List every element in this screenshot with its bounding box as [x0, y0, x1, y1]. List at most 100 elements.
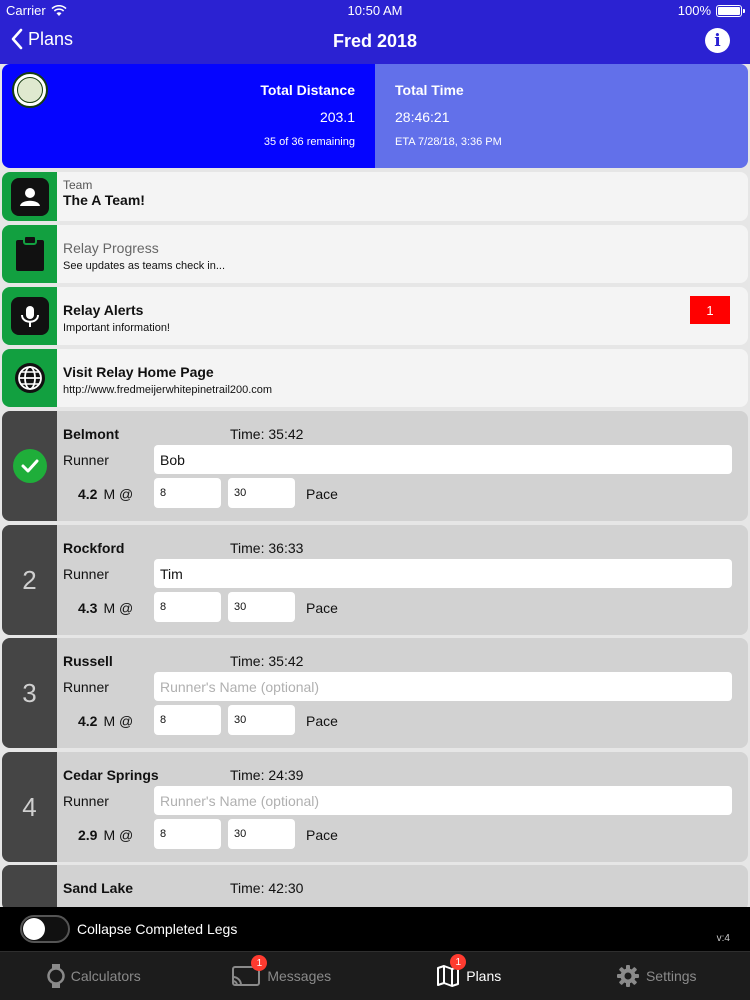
battery-icon: [716, 4, 745, 17]
team-label: Team: [63, 178, 93, 192]
leg-card: 4 Cedar Springs Time: 24:39 Runner 2.9 M …: [2, 752, 748, 862]
status-time: 10:50 AM: [347, 3, 403, 18]
map-icon: 1: [436, 954, 467, 988]
relay-progress-title: Relay Progress: [63, 240, 159, 256]
leg-card: 2 Rockford Time: 36:33 Runner 4.3 M @ Pac…: [2, 525, 748, 635]
total-distance-value: 203.1: [319, 109, 355, 125]
relay-alerts-row[interactable]: Relay Alerts Important information! 1: [2, 287, 748, 345]
pace-label: Pace: [306, 600, 338, 616]
tab-calculators[interactable]: Calculators: [0, 952, 188, 1000]
battery-percent: 100%: [677, 3, 711, 18]
pace-minutes-input[interactable]: [154, 819, 221, 849]
tab-messages[interactable]: 1 Messages: [188, 952, 376, 1000]
cast-icon: 1: [231, 955, 268, 987]
tab-label: Settings: [645, 968, 697, 984]
alert-count-badge: 1: [690, 296, 730, 324]
page-title: Fred 2018: [332, 31, 418, 51]
eta: ETA 7/28/18, 3:36 PM: [395, 136, 502, 148]
checkmark-icon: [12, 449, 47, 483]
leg-name: Sand Lake: [63, 880, 134, 896]
relay-progress-row[interactable]: Relay Progress See updates as teams chec…: [2, 225, 748, 283]
tab-label: Messages: [267, 968, 332, 984]
leg-time: Time: 35:42: [230, 426, 304, 442]
globe-icon: [14, 363, 45, 393]
leg-distance: 4.2: [78, 486, 98, 502]
runner-label: Runner: [63, 679, 109, 695]
relay-home-row[interactable]: Visit Relay Home Page http://www.fredmei…: [2, 349, 748, 407]
distance-unit: M @: [103, 600, 134, 616]
tab-bar: Calculators 1 Messages 1 Plans Settings: [0, 951, 750, 1000]
summary-card: Total Distance 203.1 35 of 36 remaining …: [2, 64, 748, 168]
leg-name: Rockford: [63, 540, 125, 556]
info-icon: i: [714, 30, 721, 51]
leg-card: Belmont Time: 35:42 Runner 4.2 M @ Pace: [2, 411, 748, 521]
messages-badge: 1: [251, 955, 268, 971]
distance-unit: M @: [103, 827, 134, 843]
version-label: v:4: [716, 933, 730, 944]
pace-seconds-input[interactable]: [228, 478, 295, 508]
total-time-label: Total Time: [395, 82, 464, 98]
clipboard-icon: [15, 235, 44, 271]
relay-home-title: Visit Relay Home Page: [63, 364, 214, 380]
relay-progress-subtitle: See updates as teams check in...: [63, 260, 226, 272]
team-row[interactable]: Team The A Team!: [2, 172, 748, 221]
leg-number: 4: [2, 752, 57, 862]
watch-icon: [46, 964, 65, 988]
tab-label: Calculators: [70, 968, 141, 984]
pace-seconds-input[interactable]: [228, 592, 295, 622]
leg-time: Time: 36:33: [230, 540, 304, 556]
gear-icon: [616, 964, 640, 988]
leg-time: Time: 42:30: [230, 880, 304, 896]
pace-seconds-input[interactable]: [228, 819, 295, 849]
pace-minutes-input[interactable]: [154, 478, 221, 508]
leg-card: 3 Russell Time: 35:42 Runner 4.2 M @ Pace: [2, 638, 748, 748]
pace-seconds-input[interactable]: [228, 705, 295, 735]
distance-panel: Total Distance 203.1 35 of 36 remaining: [2, 64, 375, 168]
tab-label: Plans: [466, 968, 502, 984]
total-time-value: 28:46:21: [395, 109, 450, 125]
tab-plans[interactable]: 1 Plans: [375, 952, 563, 1000]
runner-name-input[interactable]: [154, 559, 732, 588]
header: Carrier 10:50 AM 100% Plans Fred 2018 i: [0, 0, 750, 64]
runner-label: Runner: [63, 566, 109, 582]
tab-settings[interactable]: Settings: [563, 952, 750, 1000]
leg-distance: 2.9: [78, 827, 98, 843]
distance-unit: M @: [103, 486, 134, 502]
relay-alerts-subtitle: Important information!: [63, 322, 170, 334]
info-button[interactable]: i: [705, 28, 730, 53]
microphone-icon: [10, 297, 49, 335]
total-distance-label: Total Distance: [260, 82, 355, 98]
leg-name: Belmont: [63, 426, 119, 442]
remaining-legs: 35 of 36 remaining: [263, 136, 355, 148]
pace-minutes-input[interactable]: [154, 592, 221, 622]
relay-alerts-title: Relay Alerts: [63, 302, 144, 318]
runner-name-input[interactable]: [154, 672, 732, 701]
pace-label: Pace: [306, 827, 338, 843]
distance-unit: M @: [103, 713, 134, 729]
relay-logo: [12, 72, 48, 108]
pace-label: Pace: [306, 486, 338, 502]
runner-name-input[interactable]: [154, 786, 732, 815]
leg-number: 3: [2, 638, 57, 748]
runner-label: Runner: [63, 452, 109, 468]
leg-time: Time: 35:42: [230, 653, 304, 669]
status-bar: Carrier 10:50 AM 100%: [0, 0, 750, 20]
team-name: The A Team!: [63, 192, 145, 208]
plans-badge: 1: [450, 954, 467, 970]
leg-distance: 4.3: [78, 600, 98, 616]
collapse-toggle[interactable]: [20, 915, 70, 943]
leg-card: Sand Lake Time: 42:30: [2, 865, 748, 911]
collapse-label: Collapse Completed Legs: [77, 921, 238, 937]
collapse-bar: Collapse Completed Legs v:4: [0, 907, 750, 951]
leg-number: 2: [2, 525, 57, 635]
leg-name: Russell: [63, 653, 113, 669]
runner-name-input[interactable]: [154, 445, 732, 474]
pace-label: Pace: [306, 713, 338, 729]
person-icon: [10, 177, 49, 216]
pace-minutes-input[interactable]: [154, 705, 221, 735]
navbar: Plans Fred 2018 i: [0, 20, 750, 64]
leg-distance: 4.2: [78, 713, 98, 729]
battery-info: 100%: [677, 3, 745, 18]
runner-label: Runner: [63, 793, 109, 809]
time-panel: Total Time 28:46:21 ETA 7/28/18, 3:36 PM: [375, 64, 748, 168]
